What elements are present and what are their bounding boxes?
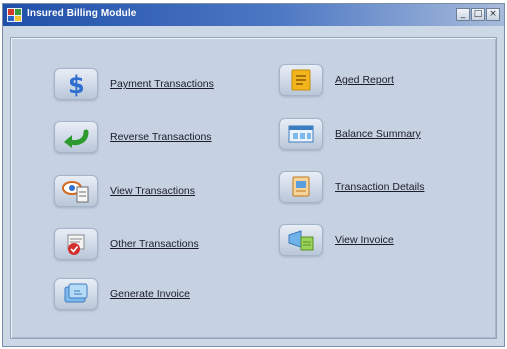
close-button[interactable]: × <box>486 8 500 21</box>
menu-item-label[interactable]: Transaction Details <box>335 181 424 193</box>
menu-item-label[interactable]: View Invoice <box>335 234 394 246</box>
transaction-details-icon <box>279 171 323 203</box>
menu-item-label[interactable]: Generate Invoice <box>110 288 190 300</box>
menu-item-label[interactable]: Payment Transactions <box>110 78 214 90</box>
view-transactions-icon <box>54 175 98 207</box>
reverse-arrow-icon <box>54 121 98 153</box>
menu-item-payment-transactions[interactable]: $ Payment Transactions <box>54 68 214 100</box>
svg-text:$: $ <box>68 71 85 97</box>
report-note-icon <box>279 64 323 96</box>
menu-item-label[interactable]: Reverse Transactions <box>110 131 212 143</box>
menu-item-label[interactable]: Aged Report <box>335 74 394 86</box>
generate-invoice-icon <box>54 278 98 310</box>
menu-item-balance-summary[interactable]: Balance Summary <box>279 118 421 150</box>
menu-item-reverse-transactions[interactable]: Reverse Transactions <box>54 121 212 153</box>
title-bar[interactable]: Insured Billing Module _ □ × <box>3 4 504 26</box>
module-panel: $ Payment Transactions Reverse Transacti… <box>10 37 497 339</box>
balance-summary-icon <box>279 118 323 150</box>
other-transactions-icon <box>54 228 98 260</box>
menu-item-view-invoice[interactable]: View Invoice <box>279 224 394 256</box>
maximize-button[interactable]: □ <box>471 8 485 21</box>
window-title: Insured Billing Module <box>27 8 137 19</box>
menu-item-label[interactable]: View Transactions <box>110 185 195 197</box>
menu-item-other-transactions[interactable]: Other Transactions <box>54 228 199 260</box>
menu-item-transaction-details[interactable]: Transaction Details <box>279 171 424 203</box>
menu-item-view-transactions[interactable]: View Transactions <box>54 175 195 207</box>
caption-buttons: _ □ × <box>456 8 500 22</box>
minimize-button[interactable]: _ <box>456 8 470 21</box>
view-invoice-icon <box>279 224 323 256</box>
menu-item-label[interactable]: Balance Summary <box>335 128 421 140</box>
app-icon <box>7 8 22 22</box>
menu-item-label[interactable]: Other Transactions <box>110 238 199 250</box>
dollar-icon: $ <box>54 68 98 100</box>
application-window: Insured Billing Module _ □ × $ Payment T… <box>2 3 505 347</box>
menu-item-generate-invoice[interactable]: Generate Invoice <box>54 278 190 310</box>
menu-item-aged-report[interactable]: Aged Report <box>279 64 394 96</box>
